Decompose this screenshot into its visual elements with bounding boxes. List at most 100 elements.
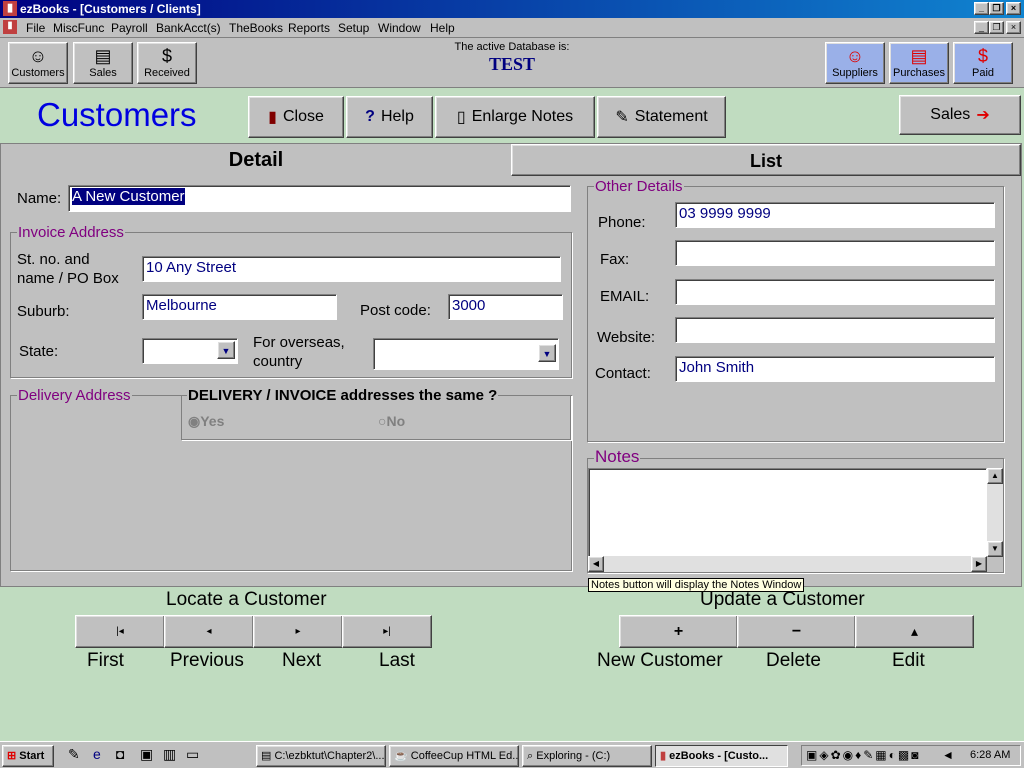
minimize-icon[interactable]: _ <box>974 2 989 15</box>
enlarge-notes-button[interactable]: ▯ Enlarge Notes <box>435 96 595 138</box>
chevron-down-icon[interactable]: ▼ <box>538 344 556 362</box>
clock[interactable]: 6:28 AM <box>970 749 1010 761</box>
dollar-icon: $ <box>977 46 988 66</box>
quicklaunch-icon-4[interactable]: ▣ <box>140 746 153 763</box>
quicklaunch-icon-3[interactable]: ◘ <box>116 746 124 762</box>
first-button[interactable]: |◂ <box>75 615 165 648</box>
quicklaunch-icon-1[interactable]: ✎ <box>68 746 80 763</box>
menu-reports[interactable]: Reports <box>288 21 330 35</box>
invoice-address-title: Invoice Address <box>17 224 125 241</box>
smiley-icon: ☺ <box>845 46 865 66</box>
street-value: 10 Any Street <box>146 259 237 276</box>
menu-thebooks[interactable]: TheBooks <box>229 21 283 35</box>
menu-bankaccts[interactable]: BankAcct(s) <box>156 21 221 35</box>
contact-value: John Smith <box>679 359 755 376</box>
doc-minimize-icon[interactable]: _ <box>974 21 989 34</box>
folder-icon: ▤ <box>261 750 272 762</box>
task-coffeecup[interactable]: ☕ CoffeeCup HTML Ed... <box>389 745 519 767</box>
phone-value: 03 9999 9999 <box>679 205 771 222</box>
toolbar: ☺ Customers ▤ Sales $ Received The activ… <box>0 38 1024 88</box>
door-icon: ▮ <box>268 109 277 126</box>
fax-field[interactable] <box>675 240 995 266</box>
task-ezbooks[interactable]: ▮ ezBooks - [Custo... <box>655 745 788 767</box>
doc-close-icon[interactable]: × <box>1006 21 1021 34</box>
state-select[interactable]: ▼ <box>142 338 238 364</box>
received-button-label: Received <box>144 67 190 79</box>
email-field[interactable] <box>675 279 995 305</box>
scroll-up-icon[interactable]: ▲ <box>987 468 1003 484</box>
purchases-button[interactable]: ▤ Purchases <box>889 42 949 84</box>
magnifier-icon: ⌕ <box>527 750 534 762</box>
menu-window[interactable]: Window <box>378 21 421 35</box>
postcode-field[interactable]: 3000 <box>448 294 563 320</box>
suburb-field[interactable]: Melbourne <box>142 294 337 320</box>
start-button[interactable]: ⊞ Start <box>2 745 54 767</box>
scroll-right-icon[interactable]: ▶ <box>971 556 987 572</box>
country-select[interactable]: ▼ <box>373 338 559 370</box>
scroll-down-icon[interactable]: ▼ <box>987 541 1003 557</box>
new-customer-button[interactable]: + <box>619 615 738 648</box>
purchases-button-label: Purchases <box>893 67 945 79</box>
customers-button-label: Customers <box>11 67 65 79</box>
speaker-icon[interactable]: ◄ <box>942 748 954 762</box>
menu-setup[interactable]: Setup <box>338 21 369 35</box>
name-field[interactable]: A New Customer <box>68 185 571 212</box>
edit-button[interactable]: ▴ <box>855 615 974 648</box>
notes-hscrollbar[interactable]: ◀ ▶ <box>588 556 987 572</box>
phone-field[interactable]: 03 9999 9999 <box>675 202 995 228</box>
tab-list-label: List <box>749 151 782 171</box>
restore-icon[interactable]: ❐ <box>989 2 1004 15</box>
previous-button[interactable]: ◂ <box>164 615 254 648</box>
yes-label: Yes <box>200 413 225 429</box>
first-record-icon: |◂ <box>116 626 124 637</box>
notes-vscrollbar[interactable]: ▲ ▼ <box>987 468 1003 557</box>
desktop-icon[interactable]: ▭ <box>186 746 199 763</box>
chevron-down-icon[interactable]: ▼ <box>217 341 235 359</box>
tray-icons[interactable]: ▣◈✿◉♦✎▦◐▩◙ <box>806 748 920 762</box>
menu-help[interactable]: Help <box>430 21 455 35</box>
last-button[interactable]: ▸| <box>342 615 432 648</box>
next-button[interactable]: ▸ <box>253 615 343 648</box>
suppliers-button[interactable]: ☺ Suppliers <box>825 42 885 84</box>
notes-textarea[interactable] <box>588 468 987 557</box>
street-field[interactable]: 10 Any Street <box>142 256 561 282</box>
email-label: EMAIL: <box>600 288 650 305</box>
website-field[interactable] <box>675 317 995 343</box>
tab-detail[interactable]: Detail <box>1 144 511 176</box>
yes-radio[interactable]: ◉Yes <box>188 413 224 430</box>
contact-field[interactable]: John Smith <box>675 356 995 382</box>
street-label-2: name / PO Box <box>17 270 119 287</box>
menu-miscfunc[interactable]: MiscFunc <box>53 21 104 35</box>
sales-toolbar-button[interactable]: ▤ Sales <box>73 42 133 84</box>
customers-button[interactable]: ☺ Customers <box>8 42 68 84</box>
website-label: Website: <box>597 329 656 346</box>
phone-label: Phone: <box>598 214 646 231</box>
postcode-value: 3000 <box>452 297 486 314</box>
tab-list[interactable]: List <box>511 144 1021 176</box>
menu-payroll[interactable]: Payroll <box>111 21 148 35</box>
paid-button[interactable]: $ Paid <box>953 42 1013 84</box>
edit-label: Edit <box>892 650 925 671</box>
statement-button[interactable]: ✎ Statement <box>597 96 726 138</box>
help-button[interactable]: ? Help <box>346 96 433 138</box>
close-button[interactable]: ▮ Close <box>248 96 344 138</box>
no-radio[interactable]: ○No <box>378 413 405 429</box>
received-button[interactable]: $ Received <box>137 42 197 84</box>
sales-nav-button[interactable]: Sales ➔ <box>899 95 1021 135</box>
postcode-label: Post code: <box>360 302 431 319</box>
ie-icon[interactable]: e <box>93 746 101 762</box>
overseas-label-1: For overseas, <box>253 334 345 351</box>
db-name: TEST <box>488 54 536 74</box>
no-label: No <box>386 413 406 429</box>
task-explorer-chapter[interactable]: ▤ C:\ezbktut\Chapter2\... <box>256 745 386 767</box>
scroll-left-icon[interactable]: ◀ <box>588 556 604 572</box>
locate-title: Locate a Customer <box>166 589 327 610</box>
quicklaunch-icon-5[interactable]: ▥ <box>163 746 176 763</box>
task-exploring[interactable]: ⌕ Exploring - (C:) <box>522 745 652 767</box>
close-icon[interactable]: × <box>1006 2 1021 15</box>
task-label-4: ezBooks - [Custo... <box>669 750 769 762</box>
delete-button[interactable]: − <box>737 615 856 648</box>
menu-file[interactable]: File <box>26 21 45 35</box>
smiley-icon: ☺ <box>28 46 48 66</box>
doc-restore-icon[interactable]: ❐ <box>989 21 1004 34</box>
